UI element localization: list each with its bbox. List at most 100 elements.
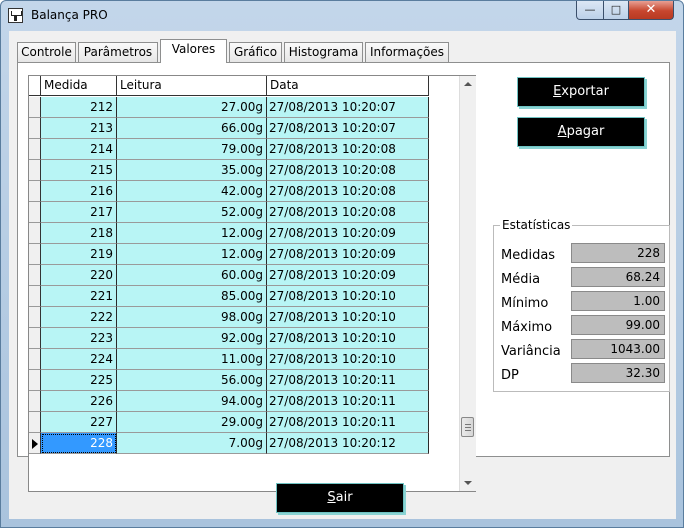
cell-leitura[interactable]: 12.00g: [117, 223, 267, 244]
cell-medida[interactable]: 219: [41, 244, 117, 265]
cell-medida[interactable]: 222: [41, 307, 117, 328]
cell-medida[interactable]: 214: [41, 139, 117, 160]
cell-leitura[interactable]: 98.00g: [117, 307, 267, 328]
column-header-medida[interactable]: Medida: [41, 76, 117, 96]
cell-data[interactable]: 27/08/2013 10:20:08: [267, 202, 429, 223]
table-row[interactable]: 228 7.00g 27/08/2013 10:20:12: [29, 433, 429, 454]
row-indicator[interactable]: [29, 391, 41, 412]
cell-leitura[interactable]: 11.00g: [117, 349, 267, 370]
cell-data[interactable]: 27/08/2013 10:20:10: [267, 349, 429, 370]
column-header-data[interactable]: Data: [267, 76, 429, 96]
cell-data[interactable]: 27/08/2013 10:20:08: [267, 139, 429, 160]
apagar-button[interactable]: Apagar: [517, 117, 645, 147]
table-row[interactable]: 215 35.00g 27/08/2013 10:20:08: [29, 160, 429, 181]
cell-data[interactable]: 27/08/2013 10:20:11: [267, 412, 429, 433]
sair-button[interactable]: Sair: [276, 483, 404, 513]
row-indicator[interactable]: [29, 223, 41, 244]
tab-informacoes[interactable]: Informações: [365, 42, 449, 62]
cell-medida[interactable]: 226: [41, 391, 117, 412]
cell-data[interactable]: 27/08/2013 10:20:09: [267, 244, 429, 265]
table-row[interactable]: 222 98.00g 27/08/2013 10:20:10: [29, 307, 429, 328]
cell-medida[interactable]: 227: [41, 412, 117, 433]
table-row[interactable]: 225 56.00g 27/08/2013 10:20:11: [29, 370, 429, 391]
table-row[interactable]: 212 27.00g 27/08/2013 10:20:07: [29, 97, 429, 118]
cell-data[interactable]: 27/08/2013 10:20:10: [267, 307, 429, 328]
scale-app-icon[interactable]: [8, 8, 23, 23]
cell-data[interactable]: 27/08/2013 10:20:10: [267, 286, 429, 307]
cell-leitura[interactable]: 42.00g: [117, 181, 267, 202]
cell-data[interactable]: 27/08/2013 10:20:08: [267, 160, 429, 181]
column-header-leitura[interactable]: Leitura: [117, 76, 267, 96]
tab-histograma[interactable]: Histograma: [284, 42, 363, 62]
row-indicator[interactable]: [29, 286, 41, 307]
cell-leitura[interactable]: 92.00g: [117, 328, 267, 349]
tab-grafico[interactable]: Gráfico: [229, 42, 282, 62]
row-indicator[interactable]: [29, 349, 41, 370]
row-indicator[interactable]: [29, 118, 41, 139]
cell-leitura[interactable]: 56.00g: [117, 370, 267, 391]
row-indicator[interactable]: [29, 307, 41, 328]
cell-leitura[interactable]: 60.00g: [117, 265, 267, 286]
cell-medida[interactable]: 220: [41, 265, 117, 286]
title-bar[interactable]: Balança PRO — □ ✕: [1, 1, 683, 31]
cell-medida[interactable]: 225: [41, 370, 117, 391]
cell-leitura[interactable]: 52.00g: [117, 202, 267, 223]
cell-leitura[interactable]: 94.00g: [117, 391, 267, 412]
vertical-scrollbar[interactable]: [459, 76, 476, 491]
row-indicator[interactable]: [29, 160, 41, 181]
cell-data[interactable]: 27/08/2013 10:20:11: [267, 391, 429, 412]
row-indicator[interactable]: [29, 97, 41, 118]
cell-data[interactable]: 27/08/2013 10:20:09: [267, 223, 429, 244]
cell-leitura[interactable]: 29.00g: [117, 412, 267, 433]
row-indicator[interactable]: [29, 370, 41, 391]
row-indicator[interactable]: [29, 328, 41, 349]
close-button[interactable]: ✕: [628, 1, 674, 20]
table-row[interactable]: 216 42.00g 27/08/2013 10:20:08: [29, 181, 429, 202]
table-row[interactable]: 219 12.00g 27/08/2013 10:20:09: [29, 244, 429, 265]
cell-leitura[interactable]: 66.00g: [117, 118, 267, 139]
cell-medida[interactable]: 217: [41, 202, 117, 223]
cell-leitura[interactable]: 79.00g: [117, 139, 267, 160]
cell-leitura[interactable]: 27.00g: [117, 97, 267, 118]
cell-data[interactable]: 27/08/2013 10:20:11: [267, 370, 429, 391]
cell-medida[interactable]: 216: [41, 181, 117, 202]
scroll-thumb[interactable]: [461, 417, 474, 437]
row-indicator[interactable]: [29, 412, 41, 433]
table-row[interactable]: 223 92.00g 27/08/2013 10:20:10: [29, 328, 429, 349]
row-indicator[interactable]: [29, 244, 41, 265]
table-row[interactable]: 217 52.00g 27/08/2013 10:20:08: [29, 202, 429, 223]
cell-medida[interactable]: 215: [41, 160, 117, 181]
tab-parametros[interactable]: Parâmetros: [78, 42, 158, 62]
row-indicator[interactable]: [29, 202, 41, 223]
cell-medida[interactable]: 228: [41, 433, 117, 454]
row-indicator[interactable]: [29, 139, 41, 160]
cell-medida[interactable]: 213: [41, 118, 117, 139]
cell-leitura[interactable]: 85.00g: [117, 286, 267, 307]
scroll-up-arrow-icon[interactable]: [464, 82, 472, 86]
cell-data[interactable]: 27/08/2013 10:20:07: [267, 118, 429, 139]
cell-data[interactable]: 27/08/2013 10:20:09: [267, 265, 429, 286]
cell-medida[interactable]: 223: [41, 328, 117, 349]
table-row[interactable]: 226 94.00g 27/08/2013 10:20:11: [29, 391, 429, 412]
row-indicator[interactable]: [29, 181, 41, 202]
tab-valores[interactable]: Valores: [160, 39, 227, 63]
cell-data[interactable]: 27/08/2013 10:20:10: [267, 328, 429, 349]
cell-medida[interactable]: 212: [41, 97, 117, 118]
table-row[interactable]: 213 66.00g 27/08/2013 10:20:07: [29, 118, 429, 139]
values-grid[interactable]: Medida Leitura Data 212 27.00g 27/08/2013 …: [28, 75, 476, 492]
cell-data[interactable]: 27/08/2013 10:20:07: [267, 97, 429, 118]
exportar-button[interactable]: Exportar: [517, 77, 645, 107]
table-row[interactable]: 220 60.00g 27/08/2013 10:20:09: [29, 265, 429, 286]
cell-data[interactable]: 27/08/2013 10:20:08: [267, 181, 429, 202]
scroll-down-arrow-icon[interactable]: [464, 481, 472, 485]
cell-data[interactable]: 27/08/2013 10:20:12: [267, 433, 429, 454]
cell-leitura[interactable]: 7.00g: [117, 433, 267, 454]
row-indicator[interactable]: [29, 265, 41, 286]
cell-leitura[interactable]: 35.00g: [117, 160, 267, 181]
table-row[interactable]: 224 11.00g 27/08/2013 10:20:10: [29, 349, 429, 370]
table-row[interactable]: 227 29.00g 27/08/2013 10:20:11: [29, 412, 429, 433]
row-indicator[interactable]: [29, 433, 41, 454]
maximize-button[interactable]: □: [603, 1, 629, 20]
tab-controle[interactable]: Controle: [17, 42, 76, 62]
cell-medida[interactable]: 224: [41, 349, 117, 370]
